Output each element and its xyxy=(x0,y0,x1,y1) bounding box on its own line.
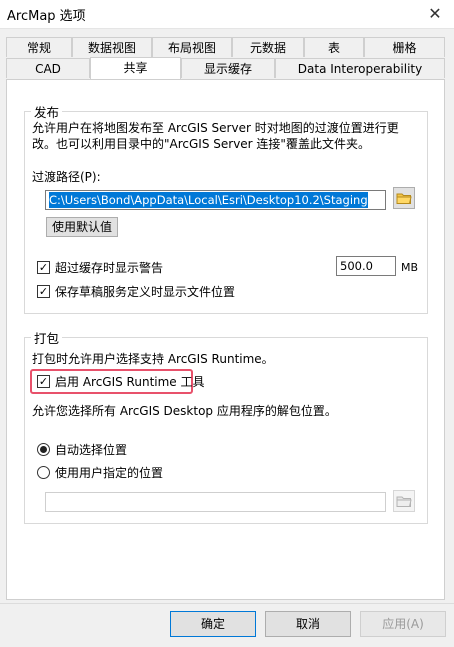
apply-button[interactable]: 应用(A) xyxy=(360,611,446,637)
tab-raster[interactable]: 栅格 xyxy=(364,37,445,57)
use-default-button[interactable]: 使用默认值 xyxy=(46,217,118,237)
save-draft-label: 保存草稿服务定义时显示文件位置 xyxy=(55,285,236,299)
tab-row-2: CAD 共享 显示缓存 Data Interoperability xyxy=(6,57,445,79)
warn-cache-checkbox[interactable]: ✓ xyxy=(37,261,50,274)
tab-layout-view[interactable]: 布局视图 xyxy=(152,37,232,57)
cache-unit-label: MB xyxy=(401,261,419,274)
browse-custom-button[interactable] xyxy=(393,490,415,512)
browse-staging-button[interactable] xyxy=(393,187,415,209)
sharing-panel: 发布 允许用户在将地图发布至 ArcGIS Server 时对地图的过渡位置进行… xyxy=(6,79,445,600)
auto-location-radio[interactable] xyxy=(37,443,50,456)
unpack-description: 允许您选择所有 ArcGIS Desktop 应用程序的解包位置。 xyxy=(32,404,337,418)
auto-location-label: 自动选择位置 xyxy=(55,443,128,457)
close-icon[interactable]: ✕ xyxy=(424,3,446,25)
custom-path-input[interactable] xyxy=(45,492,386,512)
window-title: ArcMap 选项 xyxy=(7,9,86,24)
enable-runtime-label: 启用 ArcGIS Runtime 工具 xyxy=(55,375,205,389)
footer-separator xyxy=(0,603,454,604)
tab-cad[interactable]: CAD xyxy=(6,58,90,78)
staging-path-label: 过渡路径(P): xyxy=(32,170,101,184)
publish-description: 允许用户在将地图发布至 ArcGIS Server 时对地图的过渡位置进行更 改… xyxy=(32,121,399,151)
tab-sharing[interactable]: 共享 xyxy=(90,57,181,79)
tab-data-interoperability[interactable]: Data Interoperability xyxy=(275,58,445,78)
custom-location-label: 使用用户指定的位置 xyxy=(55,466,164,480)
staging-path-input[interactable]: C:\Users\Bond\AppData\Local\Esri\Desktop… xyxy=(45,190,386,210)
save-draft-checkbox[interactable]: ✓ xyxy=(37,285,50,298)
package-description: 打包时允许用户选择支持 ArcGIS Runtime。 xyxy=(32,352,274,366)
tab-general[interactable]: 常规 xyxy=(6,37,72,57)
warn-cache-label: 超过缓存时显示警告 xyxy=(55,261,164,275)
tab-table[interactable]: 表 xyxy=(304,37,364,57)
package-legend: 打包 xyxy=(34,331,60,346)
tab-row-1: 常规 数据视图 布局视图 元数据 表 栅格 xyxy=(6,37,445,58)
cancel-button[interactable]: 取消 xyxy=(265,611,351,637)
title-bar: ArcMap 选项 ✕ xyxy=(0,0,454,29)
custom-location-radio[interactable] xyxy=(37,466,50,479)
ok-button[interactable]: 确定 xyxy=(170,611,256,637)
publish-legend: 发布 xyxy=(34,105,60,120)
tab-metadata[interactable]: 元数据 xyxy=(232,37,304,57)
enable-runtime-checkbox[interactable]: ✓ xyxy=(37,375,50,388)
cache-size-input[interactable]: 500.0 xyxy=(336,256,396,276)
tab-data-view[interactable]: 数据视图 xyxy=(72,37,152,57)
folder-icon xyxy=(396,193,412,204)
folder-icon-disabled xyxy=(396,496,412,507)
tab-display-cache[interactable]: 显示缓存 xyxy=(181,58,275,78)
